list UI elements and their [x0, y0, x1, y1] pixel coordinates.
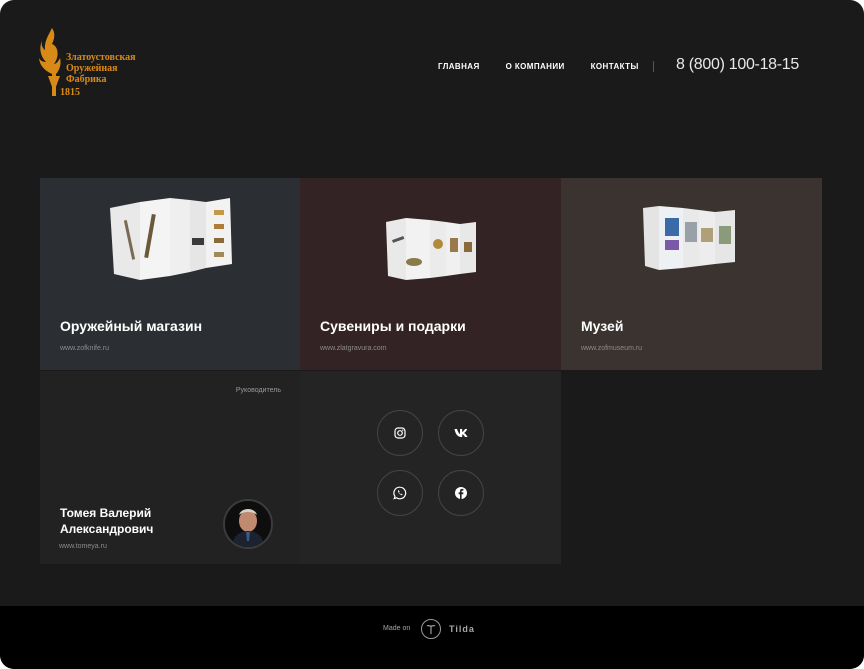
card-weapons-shop[interactable]: Оружейный магазин www.zofknife.ru	[40, 178, 300, 370]
facebook-icon	[455, 487, 467, 499]
tilda-logo-icon[interactable]	[421, 619, 441, 639]
card-url[interactable]: www.zofmuseum.ru	[581, 345, 642, 352]
card-title: Сувениры и подарки	[320, 318, 466, 334]
nav-link-about[interactable]: О КОМПАНИИ	[506, 62, 565, 71]
phone-number[interactable]: 8 (800) 100-18-15	[676, 56, 799, 74]
page-window: Златоустовская Оружейная Фабрика 1815 ГЛ…	[0, 0, 864, 669]
director-url[interactable]: www.tomeya.ru	[59, 543, 107, 550]
card-museum[interactable]: Музей www.zofmuseum.ru	[561, 178, 822, 370]
whatsapp-button[interactable]	[377, 470, 423, 516]
director-block: Руководитель Томея Валерий Александрович…	[40, 371, 300, 564]
instagram-icon	[394, 427, 406, 439]
vk-icon	[454, 429, 468, 437]
director-role: Руководитель	[235, 387, 281, 394]
nav-link-contacts[interactable]: КОНТАКТЫ	[591, 62, 639, 71]
card-url[interactable]: www.zlatgravura.com	[320, 345, 387, 352]
whatsapp-icon	[393, 486, 407, 500]
museum-booklet-image	[643, 206, 735, 270]
logo-year: 1815	[60, 87, 80, 98]
logo-line-3: Фабрика	[66, 74, 107, 85]
logo-text: Златоустовская Оружейная Фабрика	[66, 52, 136, 85]
facebook-button[interactable]	[438, 470, 484, 516]
social-links-block	[300, 371, 561, 564]
card-souvenirs[interactable]: Сувениры и подарки www.zlatgravura.com	[300, 178, 561, 370]
nav-divider	[653, 61, 654, 72]
souvenir-booklet-image	[386, 218, 476, 280]
card-title: Оружейный магазин	[60, 318, 203, 334]
tilda-brand[interactable]: Tilda	[449, 624, 475, 634]
director-name: Томея Валерий Александрович	[60, 506, 154, 536]
logo-line-1: Златоустовская	[66, 52, 136, 63]
card-title: Музей	[581, 318, 624, 334]
logo-line-2: Оружейная	[66, 63, 118, 74]
card-url[interactable]: www.zofknife.ru	[60, 345, 109, 352]
made-on-label: Made on	[383, 625, 411, 632]
instagram-button[interactable]	[377, 410, 423, 456]
avatar	[223, 499, 273, 549]
nav-link-home[interactable]: ГЛАВНАЯ	[438, 62, 480, 71]
main-nav: ГЛАВНАЯ О КОМПАНИИ КОНТАКТЫ	[438, 62, 639, 71]
catalog-booklet-image	[110, 198, 232, 280]
vk-button[interactable]	[438, 410, 484, 456]
